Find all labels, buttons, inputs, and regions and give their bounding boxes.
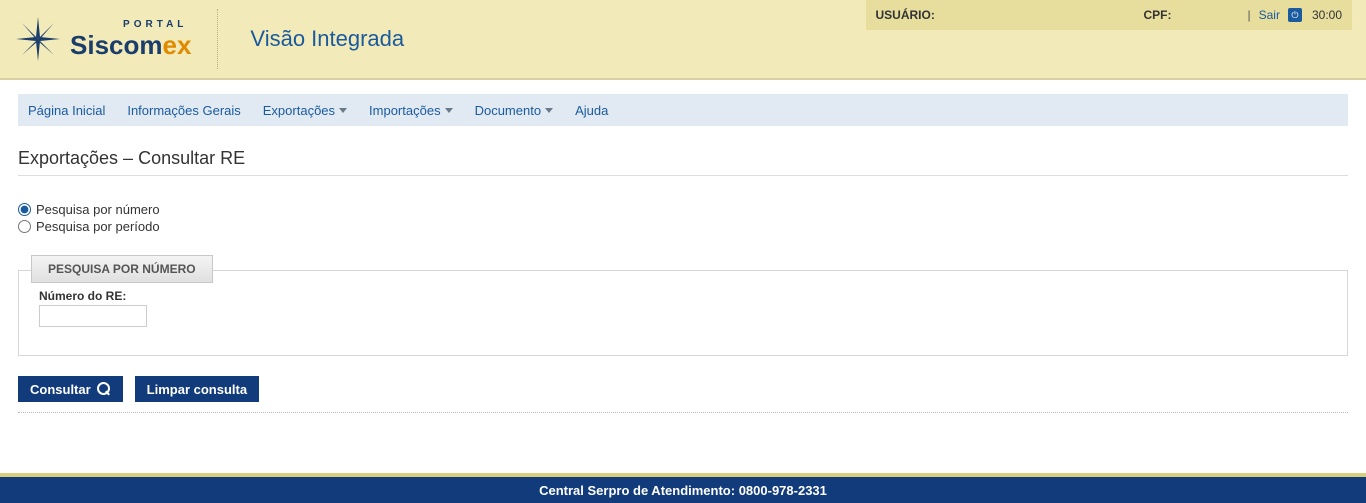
radio-pesquisa-periodo-label: Pesquisa por período (36, 219, 160, 234)
radio-pesquisa-numero[interactable]: Pesquisa por número (18, 202, 1348, 217)
footer-bar: Central Serpro de Atendimento: 0800-978-… (0, 473, 1366, 503)
search-mode-radio-group: Pesquisa por número Pesquisa por período (18, 202, 1348, 234)
logout-link[interactable]: Sair (1259, 8, 1280, 22)
action-buttons: Consultar Limpar consulta (18, 376, 1348, 402)
chevron-down-icon (445, 108, 453, 113)
consultar-button[interactable]: Consultar (18, 376, 123, 402)
main-nav: Página Inicial Informações Gerais Export… (18, 94, 1348, 126)
numero-re-label: Número do RE: (39, 289, 1327, 303)
power-icon: ⏻ (1288, 8, 1302, 22)
cpf-block: CPF: (1144, 8, 1240, 22)
header-bar: PORTAL Siscomex Visão Integrada USUÁRIO:… (0, 0, 1366, 80)
nav-informacoes-gerais[interactable]: Informações Gerais (127, 103, 240, 118)
session-timer: 30:00 (1312, 8, 1342, 22)
logo: PORTAL Siscomex (14, 9, 218, 69)
radio-pesquisa-numero-label: Pesquisa por número (36, 202, 160, 217)
footer-text: Central Serpro de Atendimento: 0800-978-… (539, 483, 827, 498)
compass-rose-icon (14, 15, 62, 63)
separator-line (18, 412, 1348, 413)
numero-re-input[interactable] (39, 305, 147, 327)
logo-portal-label: PORTAL (123, 20, 191, 30)
usuario-label: USUÁRIO: (876, 8, 935, 22)
fieldset-legend: PESQUISA POR NÚMERO (31, 255, 213, 283)
logo-text: PORTAL Siscomex (70, 20, 191, 58)
separator: | (1248, 8, 1251, 22)
search-icon (97, 382, 111, 396)
limpar-button-label: Limpar consulta (147, 382, 247, 397)
pesquisa-por-numero-fieldset: PESQUISA POR NÚMERO Número do RE: (18, 270, 1348, 356)
chevron-down-icon (339, 108, 347, 113)
radio-pesquisa-periodo-input[interactable] (18, 220, 31, 233)
usuario-block: USUÁRIO: (876, 8, 1136, 22)
user-bar: USUÁRIO: CPF: | Sair ⏻ 30:00 (866, 0, 1353, 30)
page-title: Exportações – Consultar RE (18, 148, 1348, 176)
radio-pesquisa-numero-input[interactable] (18, 203, 31, 216)
cpf-label: CPF: (1144, 8, 1172, 22)
nav-exportacoes[interactable]: Exportações (263, 103, 347, 118)
nav-pagina-inicial[interactable]: Página Inicial (28, 103, 105, 118)
radio-pesquisa-periodo[interactable]: Pesquisa por período (18, 219, 1348, 234)
limpar-button[interactable]: Limpar consulta (135, 376, 259, 402)
logo-siscomex-label: Siscomex (70, 32, 191, 58)
app-title: Visão Integrada (250, 26, 404, 52)
nav-documento[interactable]: Documento (475, 103, 553, 118)
nav-ajuda[interactable]: Ajuda (575, 103, 608, 118)
nav-importacoes[interactable]: Importações (369, 103, 453, 118)
consultar-button-label: Consultar (30, 382, 91, 397)
chevron-down-icon (545, 108, 553, 113)
